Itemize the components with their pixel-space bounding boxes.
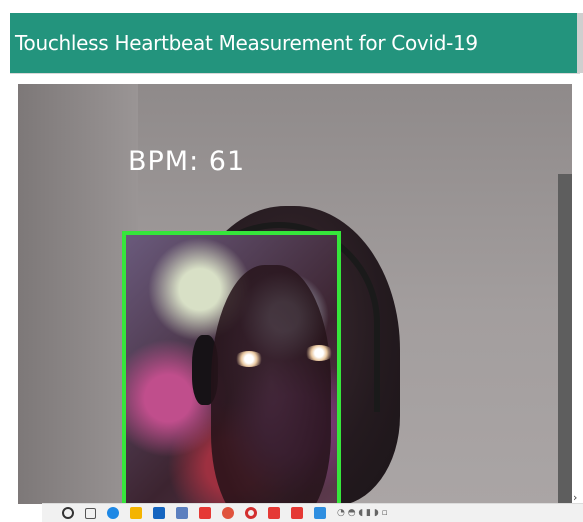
face-detection-box: [122, 231, 341, 504]
app-icon[interactable]: [176, 507, 188, 519]
face-region: [211, 265, 331, 504]
chrome-icon[interactable]: [222, 507, 234, 519]
windows-taskbar: ◔ ◓ ◖ ▮ ◗ ▫: [42, 503, 583, 522]
task-view-icon[interactable]: [85, 507, 96, 519]
app-red-icon[interactable]: [199, 507, 211, 519]
file-explorer-icon[interactable]: [130, 507, 142, 519]
background-wall: [18, 84, 138, 504]
store-icon[interactable]: [153, 507, 165, 519]
app-red3-icon[interactable]: [291, 507, 303, 519]
left-eye-highlight: [234, 351, 264, 367]
app-header: Touchless Heartbeat Measurement for Covi…: [10, 13, 583, 73]
system-tray[interactable]: ◔ ◓ ◖ ▮ ◗ ▫: [337, 508, 388, 518]
search-icon[interactable]: [62, 507, 74, 519]
opera-icon[interactable]: [245, 507, 257, 519]
page-title: Touchless Heartbeat Measurement for Covi…: [15, 31, 478, 55]
vscode-icon[interactable]: [314, 507, 326, 519]
edge-icon[interactable]: [107, 507, 119, 519]
right-eye-highlight: [304, 345, 334, 361]
app-red2-icon[interactable]: [268, 507, 280, 519]
background-edge: [558, 174, 572, 504]
header-divider: [10, 73, 580, 74]
bpm-readout: BPM: 61: [128, 146, 246, 177]
header-edge: [577, 13, 583, 73]
webcam-video-feed: BPM: 61: [18, 84, 572, 504]
